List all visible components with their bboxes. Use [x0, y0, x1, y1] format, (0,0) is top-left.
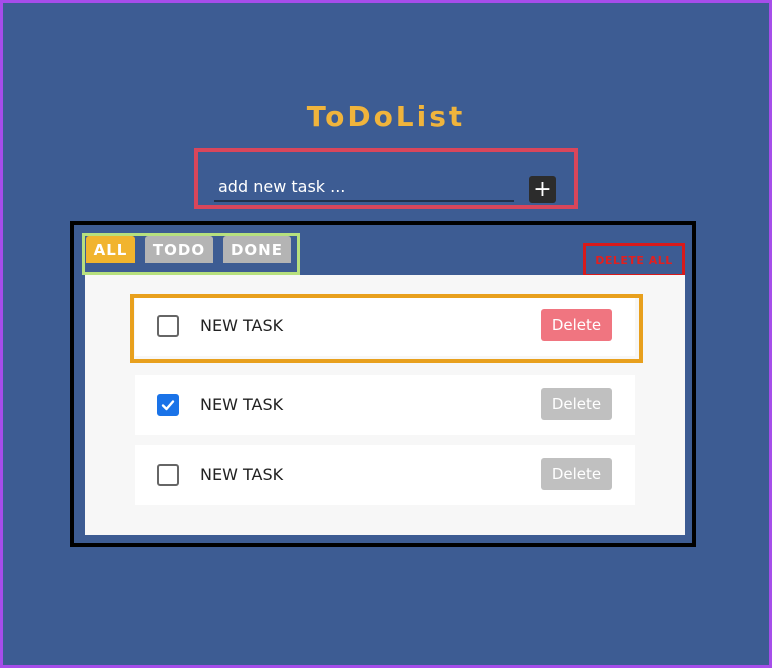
new-task-input[interactable] [214, 172, 514, 202]
app-title: ToDoList [306, 100, 466, 133]
task-label: NEW TASK [200, 465, 284, 484]
task-label: NEW TASK [200, 395, 284, 414]
task-panel: ALL TODO DONE DELETE ALL NEW TASK Delete… [70, 221, 696, 547]
task-item: NEW TASK Delete [135, 296, 635, 356]
delete-task-button[interactable]: Delete [541, 388, 612, 420]
checkmark-icon [161, 400, 175, 411]
tab-all[interactable]: ALL [86, 236, 135, 263]
delete-task-button[interactable]: Delete [541, 309, 612, 341]
task-label: NEW TASK [200, 316, 284, 335]
add-task-button[interactable]: + [529, 176, 556, 203]
task-list: NEW TASK Delete NEW TASK Delete NEW TASK… [85, 275, 685, 535]
task-item: NEW TASK Delete [135, 445, 635, 505]
task-checkbox[interactable] [157, 315, 179, 337]
tab-done[interactable]: DONE [223, 236, 291, 263]
delete-task-button[interactable]: Delete [541, 458, 612, 490]
tab-todo[interactable]: TODO [145, 236, 213, 263]
plus-icon: + [533, 176, 552, 202]
delete-all-button[interactable]: DELETE ALL [583, 243, 685, 277]
task-item: NEW TASK Delete [135, 375, 635, 435]
task-checkbox[interactable] [157, 394, 179, 416]
new-task-form: + [194, 148, 578, 209]
task-checkbox[interactable] [157, 464, 179, 486]
